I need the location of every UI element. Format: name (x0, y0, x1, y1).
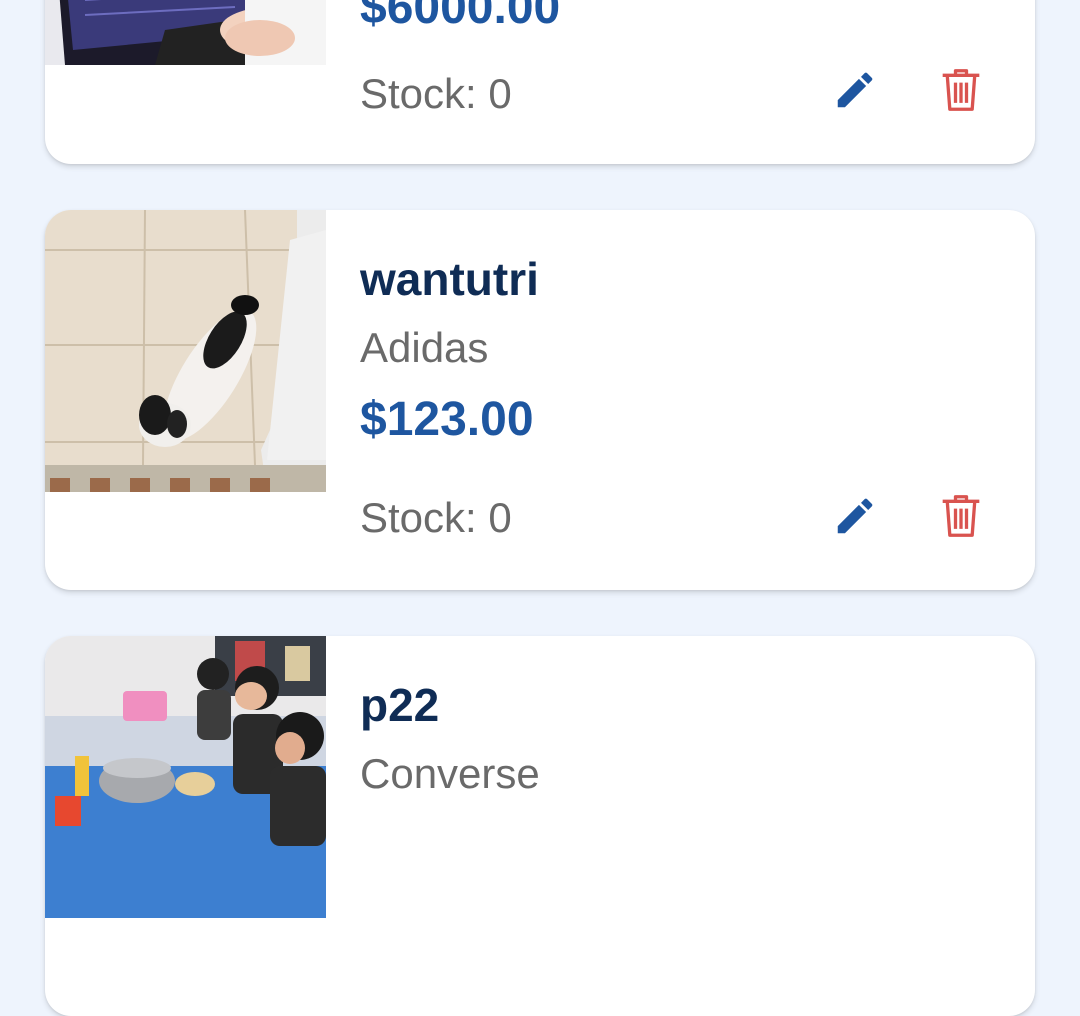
edit-pencil-icon (837, 498, 873, 534)
product-card[interactable]: wantutri Adidas $123.00 Stock: 0 (45, 210, 1035, 590)
trash-icon (942, 69, 980, 111)
product-brand: Adidas (360, 324, 489, 371)
edit-pencil-icon (837, 72, 873, 108)
product-price: $6000.00 (360, 0, 561, 34)
trash-icon (942, 495, 980, 537)
product-image (45, 210, 326, 492)
product-stock: Stock: 0 (360, 70, 512, 117)
product-name: p22 (360, 679, 440, 731)
product-name: wantutri (360, 253, 539, 305)
delete-button[interactable] (931, 60, 991, 120)
product-card[interactable]: $6000.00 Stock: 0 (45, 0, 1035, 164)
product-stock: Stock: 0 (360, 494, 512, 541)
edit-button[interactable] (825, 486, 885, 546)
product-card[interactable]: p22 Converse (45, 636, 1035, 1016)
product-image (45, 636, 326, 918)
product-price: $123.00 (360, 393, 534, 446)
product-image (45, 0, 326, 65)
delete-button[interactable] (931, 486, 991, 546)
product-brand: Converse (360, 750, 540, 797)
edit-button[interactable] (825, 60, 885, 120)
